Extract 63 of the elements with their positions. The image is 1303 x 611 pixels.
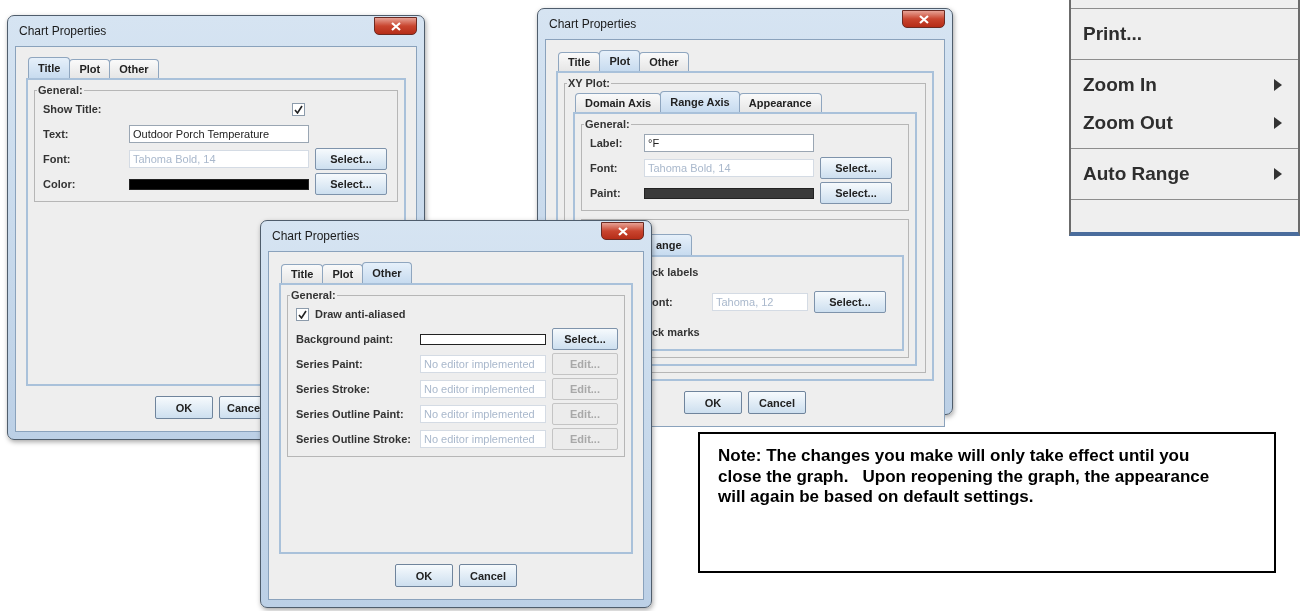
text-field[interactable]: Outdoor Porch Temperature [129,125,309,143]
cancel-button[interactable]: Cancel [459,564,517,587]
field-label: Label: [590,137,624,149]
field-label: Series Stroke: [296,383,371,395]
checkbox[interactable] [296,307,309,321]
text-field[interactable]: °F [644,134,814,152]
group-title: General: [37,84,84,96]
tab[interactable]: Title [558,52,601,71]
group-title: General: [584,118,631,130]
select-button[interactable]: Select... [552,328,618,350]
checkbox-label: Draw anti-aliased [315,308,406,320]
select-button[interactable]: Select... [315,173,387,195]
note-text: Note: The changes you make will only take effect until you close the graph. Upon reopening the graph, the appearance will again be based on default settings. [698,432,1276,573]
menu-item[interactable]: Zoom Out [1071,104,1298,142]
submenu-arrow-icon [1274,117,1282,129]
menu-item[interactable]: Auto Range [1071,155,1298,193]
field-label: Font: [43,153,72,165]
field-label: Text: [43,128,70,140]
tab[interactable]: Appearance [738,93,822,112]
option-label: ck labels [652,266,699,278]
field-label: Background paint: [296,333,395,345]
close-icon [390,21,401,31]
option-label: ck marks [652,326,700,338]
ok-button[interactable]: OK [155,396,213,419]
field-label: Series Outline Paint: [296,408,405,420]
close-button[interactable] [902,10,945,28]
tab[interactable]: Other [109,59,159,78]
field-label: Show Title: [43,103,103,115]
field-label: Color: [43,178,77,190]
close-icon [918,14,929,24]
ok-button[interactable]: OK [395,564,453,587]
submenu-arrow-icon [1274,79,1282,91]
tab[interactable]: Range Axis [660,91,740,112]
close-button[interactable] [374,17,417,35]
select-button[interactable]: Select... [820,182,892,204]
submenu-arrow-icon [1274,168,1282,180]
field-label: Series Paint: [296,358,364,370]
menu-item[interactable]: Print... [1071,15,1298,53]
close-button[interactable] [601,222,644,240]
window-title: Chart Properties [548,17,637,31]
tab[interactable]: Domain Axis [575,93,662,112]
check-icon [298,309,307,319]
group-title: General: [290,289,337,301]
window-title: Chart Properties [18,24,107,38]
tab[interactable]: Other [362,262,412,283]
window-title: Chart Properties [271,229,360,243]
tab[interactable]: Title [281,264,324,283]
cancel-button[interactable]: Cancel [748,391,806,414]
tab[interactable]: Plot [69,59,111,78]
tab[interactable]: Title [28,57,71,78]
field-label: ont: [652,296,674,308]
field-label: Paint: [590,187,622,199]
tab[interactable]: Plot [322,264,364,283]
menu-item[interactable]: Zoom In [1071,66,1298,104]
checkbox[interactable] [292,102,305,116]
ok-button[interactable]: OK [684,391,742,414]
close-icon [617,226,628,236]
group-title: XY Plot: [567,77,611,89]
tab[interactable]: Plot [599,50,641,71]
field-label: Font: [590,162,619,174]
check-icon [294,104,303,114]
tab[interactable]: Other [639,52,689,71]
field-label: Series Outline Stroke: [296,433,412,445]
